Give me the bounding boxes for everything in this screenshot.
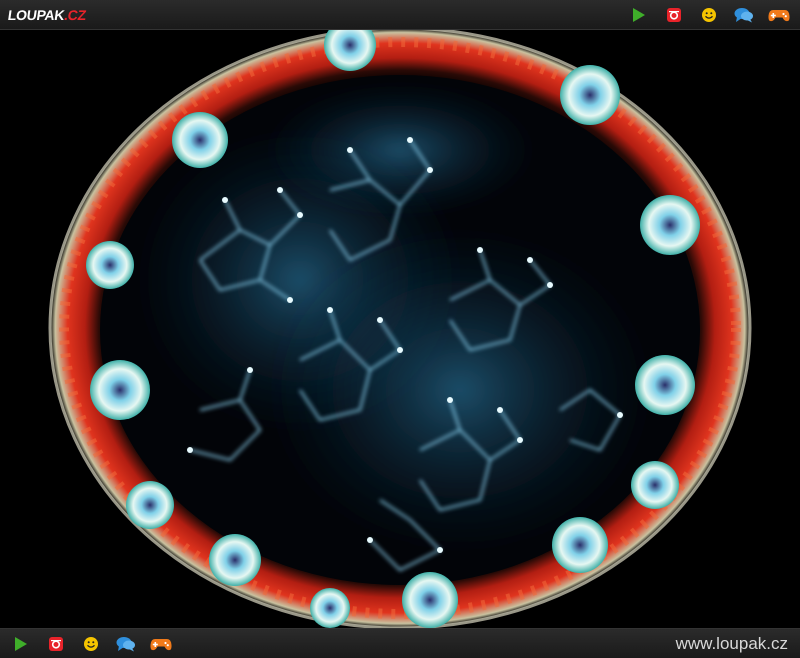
top-bar: LOUPAK .CZ	[0, 0, 800, 30]
stem-cross-section-illustration	[48, 19, 752, 630]
logo-text: LOUPAK	[6, 6, 66, 23]
bottom-bar: www.loupak.cz	[0, 628, 800, 658]
logo-tld: .CZ	[63, 6, 88, 23]
instagram-icon[interactable]	[45, 634, 67, 654]
bottom-icon-group	[10, 634, 172, 654]
play-icon[interactable]	[10, 634, 32, 654]
instagram-icon[interactable]	[663, 5, 685, 25]
gamepad-icon[interactable]	[768, 5, 790, 25]
site-url[interactable]: www.loupak.cz	[676, 634, 788, 654]
site-logo[interactable]: LOUPAK .CZ	[7, 7, 87, 23]
smiley-icon[interactable]	[698, 5, 720, 25]
chat-icon[interactable]	[733, 5, 755, 25]
gamepad-icon[interactable]	[150, 634, 172, 654]
top-icon-group	[628, 5, 790, 25]
chat-icon[interactable]	[115, 634, 137, 654]
micrograph-image	[0, 19, 800, 630]
play-icon[interactable]	[628, 5, 650, 25]
smiley-icon[interactable]	[80, 634, 102, 654]
